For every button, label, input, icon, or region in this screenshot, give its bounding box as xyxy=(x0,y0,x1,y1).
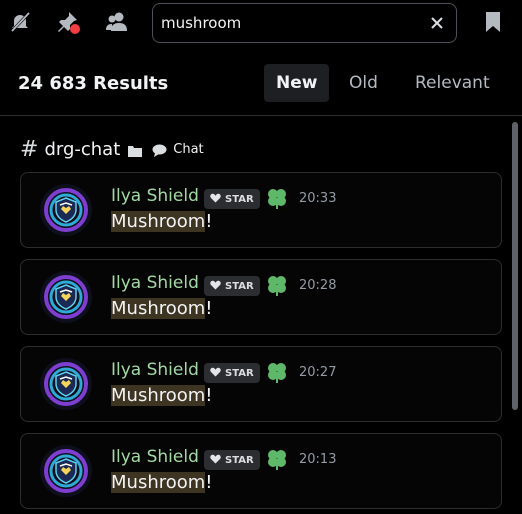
tab-new[interactable]: New xyxy=(264,64,330,102)
message-text: ! xyxy=(205,298,213,319)
star-badge: STAR xyxy=(204,363,260,383)
channel-hash-icon: # xyxy=(20,136,39,162)
badge-label: STAR xyxy=(225,367,254,379)
message-content: Mushroom! xyxy=(111,298,213,319)
search-box xyxy=(152,3,457,43)
search-result-3[interactable]: Ilya Shield STAR 20:27 Mushroom! xyxy=(20,346,502,422)
timestamp: 20:33 xyxy=(299,191,337,206)
author-name[interactable]: Ilya Shield xyxy=(111,447,199,467)
search-highlight: Mushroom xyxy=(111,385,206,406)
avatar[interactable] xyxy=(39,357,93,411)
search-result-2[interactable]: Ilya Shield STAR 20:28 Mushroom! xyxy=(20,259,502,335)
results-scrollbar[interactable] xyxy=(512,122,518,410)
chat-bubble-icon xyxy=(152,142,167,157)
result-count: 24 683 Results xyxy=(18,73,169,94)
search-toolbar xyxy=(0,0,522,48)
search-input[interactable] xyxy=(161,4,421,42)
message-content: Mushroom! xyxy=(111,472,213,493)
badge-label: STAR xyxy=(225,280,254,292)
bookmark-icon[interactable] xyxy=(479,8,507,36)
message-text: ! xyxy=(205,385,213,406)
search-highlight: Mushroom xyxy=(111,472,206,493)
clover-icon xyxy=(265,186,289,210)
badge-label: STAR xyxy=(225,193,254,205)
search-results: Ilya Shield STAR 20:33 Mushroom! Ilya Sh… xyxy=(20,172,502,514)
search-result-1[interactable]: Ilya Shield STAR 20:33 Mushroom! xyxy=(20,172,502,248)
author-name[interactable]: Ilya Shield xyxy=(111,186,199,206)
badge-label: STAR xyxy=(225,454,254,466)
search-result-4[interactable]: Ilya Shield STAR 20:13 Mushroom! xyxy=(20,433,502,509)
message-content: Mushroom! xyxy=(111,385,213,406)
heart-icon xyxy=(210,280,221,293)
star-badge: STAR xyxy=(204,189,260,209)
timestamp: 20:27 xyxy=(299,365,337,380)
clover-icon xyxy=(265,360,289,384)
message-text: ! xyxy=(205,211,213,232)
author-name[interactable]: Ilya Shield xyxy=(111,273,199,293)
clear-search-icon[interactable] xyxy=(428,14,446,32)
clover-icon xyxy=(265,273,289,297)
avatar[interactable] xyxy=(39,183,93,237)
avatar[interactable] xyxy=(39,270,93,324)
search-highlight: Mushroom xyxy=(111,211,206,232)
unpin-icon[interactable] xyxy=(54,8,82,36)
tab-relevant[interactable]: Relevant xyxy=(403,64,502,102)
muted-bell-icon[interactable] xyxy=(6,8,34,36)
star-badge: STAR xyxy=(204,276,260,296)
channel-name[interactable]: drg-chat xyxy=(44,139,120,160)
clover-icon xyxy=(265,447,289,471)
timestamp: 20:13 xyxy=(299,452,337,467)
category-name: Chat xyxy=(173,141,204,157)
message-content: Mushroom! xyxy=(111,211,213,232)
folder-icon xyxy=(128,142,144,157)
timestamp: 20:28 xyxy=(299,278,337,293)
star-badge: STAR xyxy=(204,450,260,470)
results-bar: 24 683 Results New Old Relevant xyxy=(0,56,522,116)
heart-icon xyxy=(210,367,221,380)
search-highlight: Mushroom xyxy=(111,298,206,319)
channel-header[interactable]: # drg-chat Chat xyxy=(20,136,204,162)
avatar[interactable] xyxy=(39,444,93,498)
heart-icon xyxy=(210,193,221,206)
heart-icon xyxy=(210,454,221,467)
author-name[interactable]: Ilya Shield xyxy=(111,360,199,380)
members-icon[interactable] xyxy=(103,8,131,36)
message-text: ! xyxy=(205,472,213,493)
tab-old[interactable]: Old xyxy=(337,64,390,102)
